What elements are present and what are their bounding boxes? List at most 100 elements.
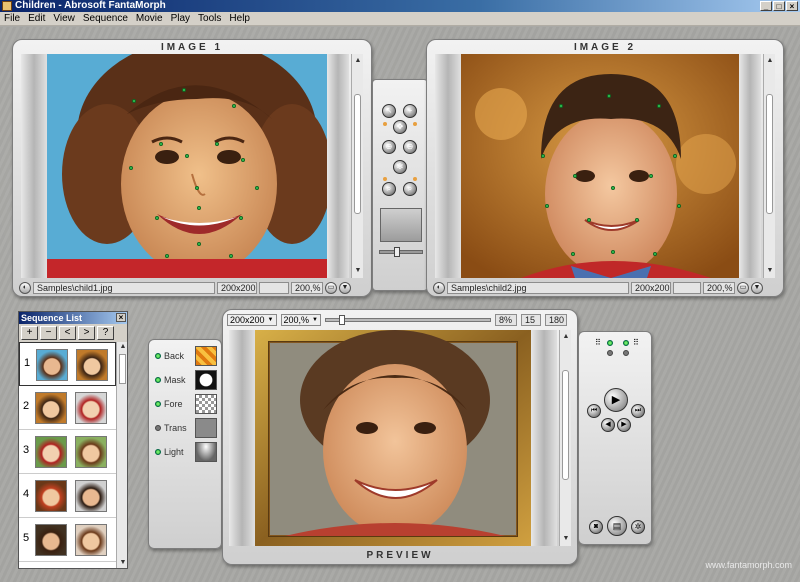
morph-point[interactable] — [197, 242, 201, 246]
morph-point[interactable] — [159, 142, 163, 146]
layer-fore-swatch[interactable] — [195, 394, 217, 414]
menu-movie[interactable]: Movie — [132, 12, 167, 26]
center-tool-icon[interactable]: ✻ — [393, 160, 407, 174]
option-icon[interactable]: ⠿ — [595, 338, 601, 347]
play-button[interactable]: ▶ — [604, 388, 628, 412]
morph-point[interactable] — [587, 218, 591, 222]
minimize-button[interactable]: _ — [760, 1, 772, 11]
morph-point[interactable] — [611, 186, 615, 190]
morph-point[interactable] — [541, 154, 545, 158]
menu-play[interactable]: Play — [167, 12, 194, 26]
scroll-down-icon[interactable]: ▼ — [765, 266, 775, 276]
morph-point[interactable] — [215, 142, 219, 146]
morph-point[interactable] — [611, 250, 615, 254]
sequence-close-button[interactable]: × — [116, 313, 126, 322]
last-frame-icon[interactable]: ⏭ — [631, 404, 645, 418]
scroll-down-icon[interactable]: ▼ — [561, 534, 571, 544]
move-tool-icon[interactable]: ✥ — [393, 120, 407, 134]
mode-led[interactable] — [607, 350, 613, 356]
layer-mask-swatch[interactable] — [195, 370, 217, 390]
scroll-thumb[interactable] — [354, 94, 361, 214]
settings-gear-icon[interactable]: ✲ — [631, 520, 645, 534]
open-image-icon[interactable]: ◐ — [433, 282, 445, 294]
scroll-down-icon[interactable]: ▼ — [353, 266, 363, 276]
morph-point[interactable] — [129, 166, 133, 170]
image1-photo[interactable] — [47, 54, 327, 278]
morph-point[interactable] — [239, 216, 243, 220]
export-movie-button[interactable]: ▤ — [607, 516, 627, 536]
scroll-up-icon[interactable]: ▲ — [561, 332, 571, 342]
zoom-out-tool-icon[interactable]: ⊖ — [403, 140, 417, 154]
opacity-slider[interactable] — [379, 247, 423, 257]
layer-trans[interactable]: Trans — [155, 418, 217, 438]
sequence-row[interactable]: 3 — [19, 430, 116, 474]
select-tool-icon[interactable]: ↖ — [382, 104, 396, 118]
scroll-up-icon[interactable]: ▲ — [765, 56, 775, 66]
scroll-up-icon[interactable]: ▲ — [353, 56, 363, 66]
fit-icon[interactable]: ▭ — [325, 282, 337, 294]
mode-led[interactable] — [623, 350, 629, 356]
fit-icon[interactable]: ▭ — [737, 282, 749, 294]
morph-point[interactable] — [635, 218, 639, 222]
zoom-in-tool-icon[interactable]: ⊕ — [382, 140, 396, 154]
loop-led[interactable] — [623, 340, 629, 346]
morph-point[interactable] — [649, 174, 653, 178]
morph-point[interactable] — [653, 252, 657, 256]
prev-frame-icon[interactable]: ◀ — [601, 418, 615, 432]
move-up-button[interactable]: < — [59, 326, 76, 340]
sequence-row[interactable]: 2 — [19, 386, 116, 430]
morph-point[interactable] — [559, 104, 563, 108]
open-image-icon[interactable]: ◐ — [19, 282, 31, 294]
morph-point[interactable] — [255, 186, 259, 190]
layer-fore[interactable]: Fore — [155, 394, 217, 414]
morph-point[interactable] — [573, 174, 577, 178]
layer-trans-swatch[interactable] — [195, 418, 217, 438]
remove-sequence-button[interactable]: − — [40, 326, 57, 340]
layer-back-swatch[interactable] — [195, 346, 217, 366]
morph-point[interactable] — [195, 186, 199, 190]
layer-mask-led[interactable] — [155, 377, 161, 383]
sequence-row[interactable]: 5 — [19, 518, 116, 562]
help-button[interactable]: ? — [97, 326, 114, 340]
layer-back[interactable]: Back — [155, 346, 217, 366]
image2-scrollbar[interactable]: ▲ ▼ — [763, 54, 775, 278]
layer-trans-led[interactable] — [155, 425, 161, 431]
morph-point[interactable] — [155, 216, 159, 220]
menu-view[interactable]: View — [49, 12, 79, 26]
layer-back-led[interactable] — [155, 353, 161, 359]
add-sequence-button[interactable]: + — [21, 326, 38, 340]
image1-scrollbar[interactable]: ▲ ▼ — [351, 54, 363, 278]
first-frame-icon[interactable]: ⏮ — [587, 404, 601, 418]
scroll-thumb[interactable] — [119, 354, 126, 384]
preview-scrollbar[interactable]: ▲ ▼ — [559, 330, 571, 546]
layer-light-led[interactable] — [155, 449, 161, 455]
option-icon[interactable]: ⠿ — [633, 338, 639, 347]
search-icon[interactable]: ⌕ — [382, 182, 396, 196]
sequence-scrollbar[interactable]: ▲ ▼ — [116, 342, 127, 568]
layer-light[interactable]: Light — [155, 442, 217, 462]
image2-photo[interactable] — [461, 54, 739, 278]
menu-help[interactable]: Help — [225, 12, 254, 26]
image2-zoom[interactable]: 200,% — [703, 282, 735, 294]
magnify-icon[interactable]: ⌕ — [403, 182, 417, 196]
morph-point[interactable] — [229, 254, 233, 258]
preview-zoom-select[interactable]: 200,% ▼ — [280, 314, 321, 326]
layer-fore-led[interactable] — [155, 401, 161, 407]
scroll-up-icon[interactable]: ▲ — [118, 342, 128, 352]
opacity-slider-thumb[interactable] — [394, 247, 400, 257]
morph-point[interactable] — [132, 99, 136, 103]
layer-light-swatch[interactable] — [195, 442, 217, 462]
move-down-button[interactable]: > — [78, 326, 95, 340]
menu-down-icon[interactable]: ▼ — [751, 282, 763, 294]
morph-point[interactable] — [241, 158, 245, 162]
add-point-tool-icon[interactable]: + — [403, 104, 417, 118]
morph-point[interactable] — [677, 204, 681, 208]
morph-point[interactable] — [232, 104, 236, 108]
snapshot-icon[interactable]: ◙ — [589, 520, 603, 534]
morph-point[interactable] — [182, 88, 186, 92]
morph-point[interactable] — [545, 204, 549, 208]
morph-point[interactable] — [607, 94, 611, 98]
sequence-row[interactable]: 4 — [19, 474, 116, 518]
close-button[interactable]: × — [786, 1, 798, 11]
menu-tools[interactable]: Tools — [194, 12, 225, 26]
